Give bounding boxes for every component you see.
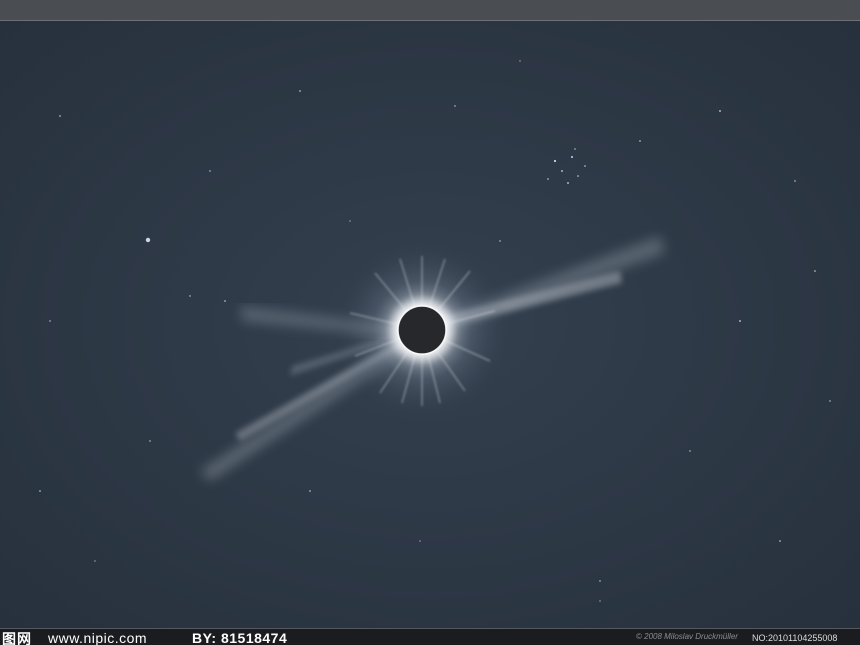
image-viewer: 图网 www.nipic.com BY: 81518474 © 2008 Mil… xyxy=(0,0,860,645)
site-url: www.nipic.com xyxy=(48,630,148,645)
eclipse-photo xyxy=(0,21,860,628)
top-toolbar xyxy=(0,0,860,21)
site-logo: 图网 xyxy=(2,632,32,645)
copyright-notice: © 2008 Miloslav Druckmüller xyxy=(636,632,738,641)
eclipse-image xyxy=(0,21,860,628)
uploader-id: BY: 81518474 xyxy=(192,630,288,645)
image-number: NO:20101104255008 xyxy=(752,633,838,643)
watermark-bar: 图网 www.nipic.com BY: 81518474 © 2008 Mil… xyxy=(0,628,860,645)
